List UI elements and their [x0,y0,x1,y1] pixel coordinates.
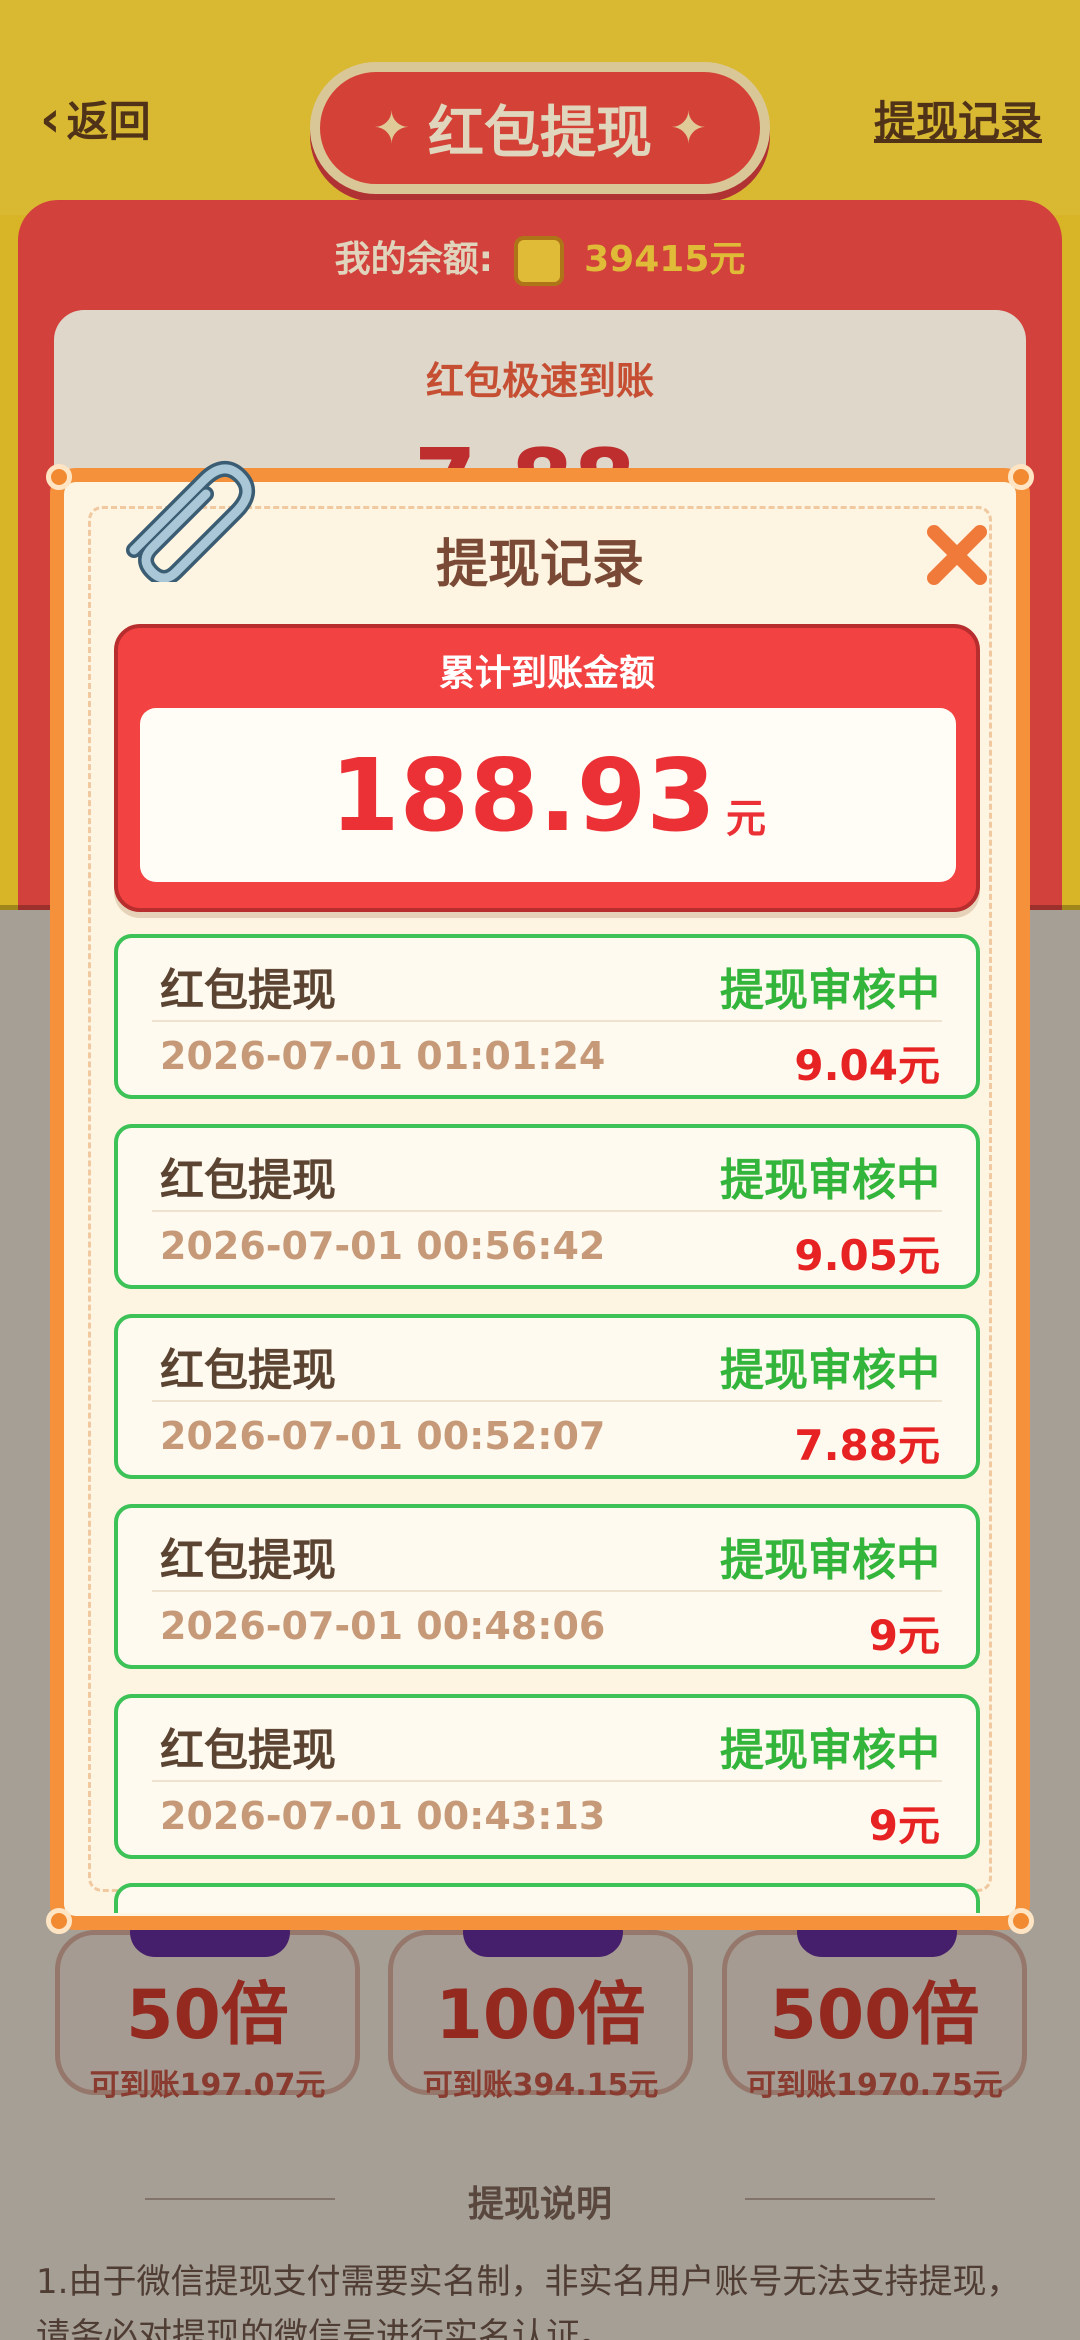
corner-rivet [46,464,72,490]
record-title: 红包提现 [160,1345,336,1396]
withdraw-record-modal: 提现记录 累计到账金额 188.93 元 红包提现 提现审核中 2026-07-… [46,461,1034,1934]
divider [152,1400,942,1402]
record-status: 提现审核中 [720,965,940,1016]
record-item: 红包提现 提现审核中 2026-07-01 00:43:13 9元 [114,1694,980,1859]
record-status: 提现审核中 [720,1725,940,1776]
corner-rivet [46,1908,72,1934]
record-item: 红包提现 提现审核中 2026-07-01 00:48:06 9元 [114,1504,980,1669]
record-title: 红包提现 [160,1155,336,1206]
total-label: 累计到账金额 [438,653,655,694]
record-time: 2026-07-01 00:52:07 [160,1414,606,1458]
corner-rivet [1008,464,1034,490]
record-time: 2026-07-01 00:43:13 [160,1794,606,1838]
record-item: 红包提现 提现审核中 2026-07-01 00:52:07 7.88元 [114,1314,980,1479]
total-unit: 元 [725,796,766,842]
record-amount: 9.04元 [794,1041,940,1090]
record-time: 2026-07-01 00:56:42 [160,1224,606,1268]
modal-title: 提现记录 [435,535,644,595]
divider [152,1590,942,1592]
record-status: 提现审核中 [720,1535,940,1586]
record-status: 提现审核中 [720,1345,940,1396]
divider [152,1780,942,1782]
record-title: 红包提现 [160,965,336,1016]
total-amount-panel: 188.93 元 [140,708,956,882]
close-icon[interactable] [924,522,990,588]
record-amount: 9元 [868,1611,940,1660]
record-item: 红包提现 提现审核中 2026-07-01 00:56:42 9.05元 [114,1124,980,1289]
total-amount: 188.93 [330,736,716,854]
record-title: 红包提现 [160,1535,336,1586]
total-received-card: 累计到账金额 188.93 元 [114,624,980,912]
corner-rivet [1008,1908,1034,1934]
divider [152,1210,942,1212]
record-item: 红包提现 提现审核中 2026-07-01 01:01:24 9.04元 [114,934,980,1099]
divider [152,1020,942,1022]
record-title: 红包提现 [160,1725,336,1776]
record-amount: 9元 [868,1801,940,1850]
record-item-partial [114,1883,980,1913]
record-status: 提现审核中 [720,1155,940,1206]
record-time: 2026-07-01 00:48:06 [160,1604,606,1648]
record-amount: 7.88元 [794,1421,940,1470]
record-time: 2026-07-01 01:01:24 [160,1034,606,1078]
record-amount: 9.05元 [794,1231,940,1280]
